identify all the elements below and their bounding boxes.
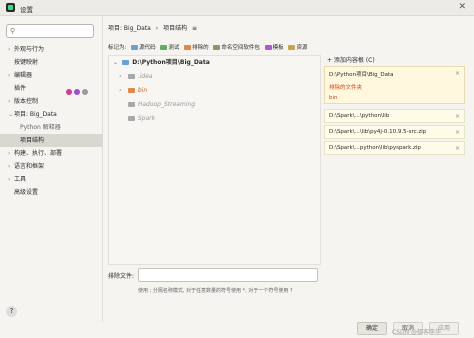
sidebar-item-languages[interactable]: › 语言和框架: [0, 160, 103, 173]
sidebar-item-label: 工具: [14, 176, 27, 183]
resource-folder-icon: [288, 45, 296, 50]
sidebar-item-advanced[interactable]: 高级设置: [0, 186, 103, 199]
namespace-folder-icon: [213, 45, 221, 50]
breadcrumb-separator: ›: [155, 25, 159, 32]
exclude-files-input[interactable]: [138, 268, 318, 282]
sidebar-item-label: 编辑器: [14, 72, 33, 79]
sidebar-item-tools[interactable]: › 工具: [0, 173, 103, 186]
sidebar-item-label: 语言和框架: [14, 163, 45, 170]
mark-resources-button[interactable]: 资源: [288, 43, 307, 51]
close-icon[interactable]: ✕: [458, 2, 466, 12]
content-root-path: D:\Python项目\Big_Data: [329, 72, 394, 78]
tree-root[interactable]: ⌄ D:\Python项目\Big_Data: [109, 56, 320, 70]
chevron-right-icon: ›: [119, 87, 122, 94]
mark-tests-button[interactable]: 测试: [160, 43, 179, 51]
content-root-card[interactable]: D:\Spark\...python\lib\pyspark.zip ×: [324, 141, 465, 155]
ok-button[interactable]: 确定: [357, 322, 387, 335]
sidebar-item-label: 插件: [14, 85, 27, 92]
help-button[interactable]: ?: [6, 306, 17, 317]
sidebar-item-label: 项目结构: [20, 137, 45, 144]
folder-icon: [127, 102, 135, 107]
content-root-card[interactable]: D:\Spark\...\python\lib ×: [324, 109, 465, 123]
content-roots-panel: + 添加内容根 (C) D:\Python项目\Big_Data × 排除的文件…: [323, 55, 466, 307]
breadcrumb: 项目: Big_Data › 项目结构 ≡: [108, 23, 200, 32]
settings-search[interactable]: ⚲: [6, 24, 94, 38]
sidebar-item-label: Python 解释器: [20, 124, 61, 131]
content-root-card[interactable]: D:\Python项目\Big_Data × 排除的文件夹 bin: [324, 66, 465, 104]
mark-namespace-button[interactable]: 命名空间软件包: [213, 43, 260, 51]
window-title: 设置: [20, 6, 33, 14]
pycharm-app-icon: [6, 3, 15, 12]
template-folder-icon: [264, 45, 272, 50]
sidebar-item-label: 项目: Big_Data: [14, 111, 57, 118]
folder-icon: [127, 116, 135, 121]
sidebar-item-label: 按键映射: [14, 59, 39, 66]
content-root-path: D:\Spark\...\lib\py4j-0.10.9.5-src.zip: [329, 129, 427, 135]
settings-nav: › 外观与行为 按键映射 › 编辑器 插件 › 版本控制 ⌄项目: Big_Data …: [0, 43, 103, 199]
mark-excluded-button[interactable]: 排除的: [184, 43, 209, 51]
mark-as-toolbar: 标记为: 源代码 测试 排除的 命名空间软件包 模板 资源: [108, 43, 310, 51]
content-root-path: D:\Spark\...\python\lib: [329, 113, 390, 119]
chevron-down-icon: ⌄: [113, 59, 119, 66]
chevron-right-icon: ›: [119, 73, 122, 80]
sidebar-item-plugins[interactable]: 插件: [0, 82, 103, 95]
tree-item-hadoop-streaming[interactable]: Hadoop_Streaming: [109, 98, 320, 112]
exclude-files-hint: 使用 ; 分隔名称模式, 对于任意数量的符号使用 *, 对于一个符号使用 ?: [138, 288, 293, 294]
sidebar-item-editor[interactable]: › 编辑器: [0, 69, 103, 82]
sidebar-item-appearance[interactable]: › 外观与行为: [0, 43, 103, 56]
update-badge-icon: [66, 88, 72, 95]
add-content-root-button[interactable]: + 添加内容根 (C): [327, 55, 375, 64]
watermark: CSDN @极客李华: [392, 329, 442, 336]
exclude-files-label: 排除文件:: [108, 273, 135, 280]
sidebar-item-label: 构建、执行、部署: [14, 150, 63, 157]
test-folder-icon: [160, 45, 168, 50]
content-root-card[interactable]: D:\Spark\...\lib\py4j-0.10.9.5-src.zip ×: [324, 125, 465, 139]
title-bar: 设置 ✕: [0, 0, 474, 16]
settings-sidebar: ⚲ › 外观与行为 按键映射 › 编辑器 插件 › 版本控制 ⌄项目: Big_Dat…: [0, 16, 103, 322]
sidebar-item-python-interpreter[interactable]: Python 解释器: [0, 121, 103, 134]
sidebar-item-vcs[interactable]: › 版本控制: [0, 95, 103, 108]
settings-icon: [81, 88, 88, 95]
breadcrumb-page: 项目结构: [163, 25, 188, 32]
remove-root-icon[interactable]: ×: [455, 129, 460, 136]
mark-templates-button[interactable]: 模板: [264, 43, 284, 51]
tree-item-idea[interactable]: › .idea: [109, 70, 320, 84]
excluded-folders-header: 排除的文件夹: [329, 85, 363, 91]
tree-item-bin[interactable]: › bin: [109, 84, 320, 98]
list-icon: ≡: [192, 25, 198, 32]
excluded-folder-icon: [184, 45, 192, 50]
folder-icon: [127, 74, 135, 79]
sidebar-item-label: 版本控制: [14, 98, 39, 105]
source-folder-icon: [131, 45, 139, 50]
sidebar-item-project[interactable]: ⌄项目: Big_Data: [0, 108, 103, 121]
sidebar-item-label: 高级设置: [14, 189, 39, 196]
language-icon: [73, 88, 80, 95]
remove-root-icon[interactable]: ×: [455, 113, 460, 120]
breadcrumb-project[interactable]: 项目: Big_Data: [108, 25, 151, 32]
sidebar-item-keymap[interactable]: 按键映射: [0, 56, 103, 69]
remove-root-icon[interactable]: ×: [455, 145, 460, 152]
mark-sources-button[interactable]: 源代码: [131, 43, 156, 51]
excluded-folder-icon: [127, 88, 135, 93]
remove-root-icon[interactable]: ×: [455, 70, 460, 77]
search-icon: ⚲: [10, 27, 16, 35]
project-tree[interactable]: ⌄ D:\Python项目\Big_Data › .idea › bin Had…: [108, 55, 321, 265]
sidebar-item-build[interactable]: › 构建、执行、部署: [0, 147, 103, 160]
folder-icon: [122, 60, 130, 65]
content-root-path: D:\Spark\...python\lib\pyspark.zip: [329, 145, 421, 151]
tree-item-spark[interactable]: Spark: [109, 112, 320, 126]
excluded-folder-entry[interactable]: bin: [325, 93, 464, 103]
mark-as-label: 标记为:: [108, 45, 127, 51]
sidebar-item-project-structure[interactable]: 项目结构: [0, 134, 103, 147]
search-input[interactable]: [20, 27, 90, 35]
sidebar-item-label: 外观与行为: [14, 46, 45, 53]
